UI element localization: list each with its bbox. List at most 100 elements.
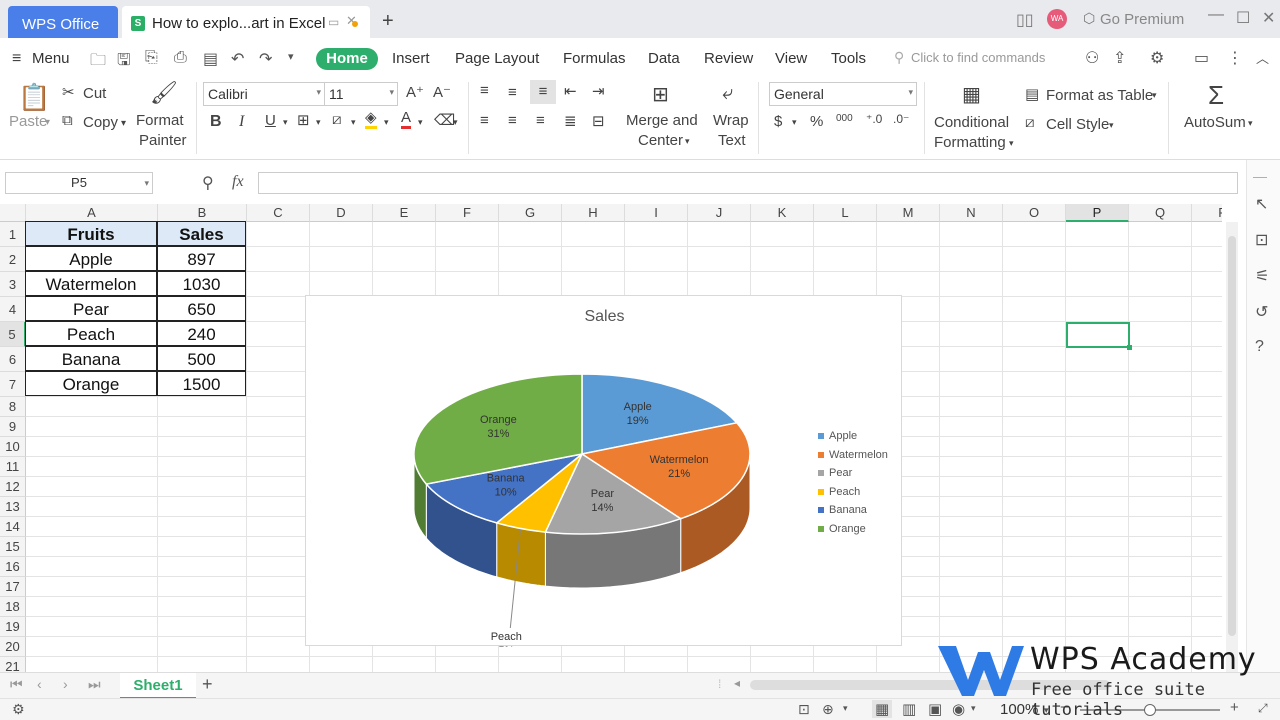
table-cell[interactable]: 1030 — [157, 271, 246, 296]
fill-handle[interactable] — [1127, 345, 1132, 350]
align-top-icon[interactable]: ≡ — [480, 82, 489, 99]
legend-item[interactable]: Pear — [818, 467, 852, 479]
row-header[interactable]: 15 — [0, 537, 26, 557]
tab-home[interactable]: Home — [316, 48, 378, 70]
underline-icon[interactable]: U — [265, 112, 276, 129]
table-cell[interactable]: Orange — [25, 371, 157, 396]
vertical-scrollbar[interactable] — [1226, 222, 1238, 672]
menu-button[interactable]: Menu — [32, 50, 70, 67]
cell-style-dropdown-icon[interactable]: ▾ — [1109, 120, 1114, 131]
align-right-icon[interactable]: ≡ — [536, 112, 545, 129]
tab-data[interactable]: Data — [648, 50, 680, 67]
align-bottom-icon[interactable]: ≡ — [530, 80, 556, 104]
format-table-dropdown-icon[interactable]: ▾ — [1152, 90, 1157, 101]
fill-pattern-icon[interactable]: ⧄ — [332, 111, 342, 128]
freeze-dropdown-icon[interactable]: ▾ — [843, 703, 848, 714]
pie-slice-side-peach[interactable] — [496, 522, 546, 587]
reading-mode-icon[interactable]: ▯▯ — [1016, 10, 1034, 30]
thousands-button[interactable]: 000 — [836, 113, 853, 124]
sheet-tab-sheet1[interactable]: Sheet1 — [120, 673, 196, 699]
minimize-icon[interactable]: — — [1208, 6, 1224, 24]
justify-icon[interactable]: ≣ — [564, 112, 577, 130]
currency-icon[interactable]: $ — [774, 113, 782, 130]
scroll-left-icon[interactable]: ◂ — [734, 676, 740, 690]
selected-cell-p5[interactable] — [1066, 322, 1132, 350]
fill-color-dropdown-icon[interactable]: ▾ — [384, 117, 389, 128]
row-header[interactable]: 14 — [0, 517, 26, 537]
protect-icon[interactable]: ⊡ — [798, 701, 810, 718]
column-header[interactable]: A — [26, 204, 158, 222]
fill-color-icon[interactable]: ◈ — [365, 110, 377, 129]
decrease-font-icon[interactable]: A⁻ — [433, 83, 451, 101]
distributed-icon[interactable]: ⊟ — [592, 112, 605, 130]
merge-dropdown-icon[interactable]: ▾ — [685, 136, 690, 147]
column-header[interactable]: K — [751, 204, 814, 222]
column-header[interactable]: O — [1003, 204, 1066, 222]
column-header[interactable]: B — [158, 204, 247, 222]
row-header[interactable]: 16 — [0, 557, 26, 577]
properties-icon[interactable]: ⊡ — [1255, 230, 1268, 250]
row-header[interactable]: 17 — [0, 577, 26, 597]
font-color-icon[interactable]: A — [401, 110, 412, 129]
freeze-icon[interactable]: ⊕ — [822, 701, 834, 718]
decrease-indent-icon[interactable]: ⇤ — [564, 82, 577, 100]
legend-item[interactable]: Peach — [818, 486, 860, 498]
row-header[interactable]: 4 — [0, 297, 26, 322]
next-sheet-icon[interactable]: › — [63, 676, 68, 692]
autosum-dropdown-icon[interactable]: ▾ — [1248, 118, 1253, 129]
percent-button[interactable]: % — [810, 113, 823, 130]
format-painter-button-line2[interactable]: Painter — [139, 132, 187, 149]
format-as-table-button[interactable]: Format as Table — [1046, 87, 1153, 104]
legend-item[interactable]: Banana — [818, 504, 867, 516]
table-cell[interactable]: Watermelon — [25, 271, 157, 296]
new-tab-button[interactable]: + — [382, 10, 394, 33]
paste-button[interactable]: Paste — [9, 113, 47, 130]
table-header-cell[interactable]: Fruits — [25, 221, 157, 246]
history-icon[interactable]: ↺ — [1255, 302, 1268, 322]
save-icon[interactable]: 🖫 — [117, 49, 131, 76]
column-header[interactable]: L — [814, 204, 877, 222]
help-icon[interactable]: ? — [1255, 338, 1264, 356]
row-header[interactable]: 3 — [0, 272, 26, 297]
decrease-decimal-icon[interactable]: .0⁻ — [893, 112, 909, 126]
avatar[interactable]: WA — [1047, 9, 1067, 29]
share-user-icon[interactable]: ⚇ — [1085, 48, 1099, 68]
row-header[interactable]: 18 — [0, 597, 26, 617]
column-header[interactable]: C — [247, 204, 310, 222]
table-cell[interactable]: 897 — [157, 246, 246, 271]
tab-insert[interactable]: Insert — [392, 50, 430, 67]
tab-document[interactable]: S How to explo...art in Excel ▭ ✕ — [122, 6, 370, 38]
merge-center-button[interactable]: Merge and — [626, 112, 698, 129]
export-icon[interactable]: ⎘ — [145, 49, 158, 67]
row-header[interactable]: 12 — [0, 477, 26, 497]
window-icon[interactable]: ▭ — [328, 15, 339, 29]
row-header[interactable]: 19 — [0, 617, 26, 637]
eraser-dropdown-icon[interactable]: ▾ — [453, 117, 458, 128]
conditional-dropdown-icon[interactable]: ▾ — [1009, 138, 1014, 149]
settings-icon[interactable]: ⚙ — [1150, 48, 1164, 68]
row-header[interactable]: 9 — [0, 417, 26, 437]
table-cell[interactable]: Peach — [25, 321, 157, 346]
italic-icon[interactable]: I — [239, 113, 244, 131]
hamburger-icon[interactable]: ≡ — [12, 50, 21, 68]
row-header[interactable]: 10 — [0, 437, 26, 457]
share-icon[interactable]: ⇪ — [1113, 48, 1126, 68]
borders-icon[interactable]: ⊞ — [297, 111, 310, 129]
redo-icon[interactable]: ↷ — [259, 49, 272, 69]
merge-center-button-line2[interactable]: Center — [638, 132, 683, 149]
legend-item[interactable]: Apple — [818, 430, 857, 442]
sidebar-collapse-icon[interactable]: — — [1253, 168, 1267, 184]
formula-input[interactable] — [258, 172, 1238, 194]
row-header[interactable]: 13 — [0, 497, 26, 517]
borders-dropdown-icon[interactable]: ▾ — [316, 117, 321, 128]
increase-font-icon[interactable]: A⁺ — [406, 83, 424, 101]
paste-dropdown-icon[interactable]: ▾ — [45, 117, 50, 128]
tab-wps-office[interactable]: WPS Office — [8, 6, 118, 38]
collapse-ribbon-icon[interactable]: ︿ — [1256, 48, 1269, 67]
command-search-input[interactable]: Click to find commands — [911, 50, 1045, 65]
currency-dropdown-icon[interactable]: ▾ — [792, 117, 797, 128]
legend-item[interactable]: Watermelon — [818, 449, 888, 461]
align-middle-icon[interactable]: ≡ — [508, 84, 517, 101]
go-premium-button[interactable]: Go Premium — [1100, 11, 1184, 28]
tab-page-layout[interactable]: Page Layout — [455, 50, 539, 67]
